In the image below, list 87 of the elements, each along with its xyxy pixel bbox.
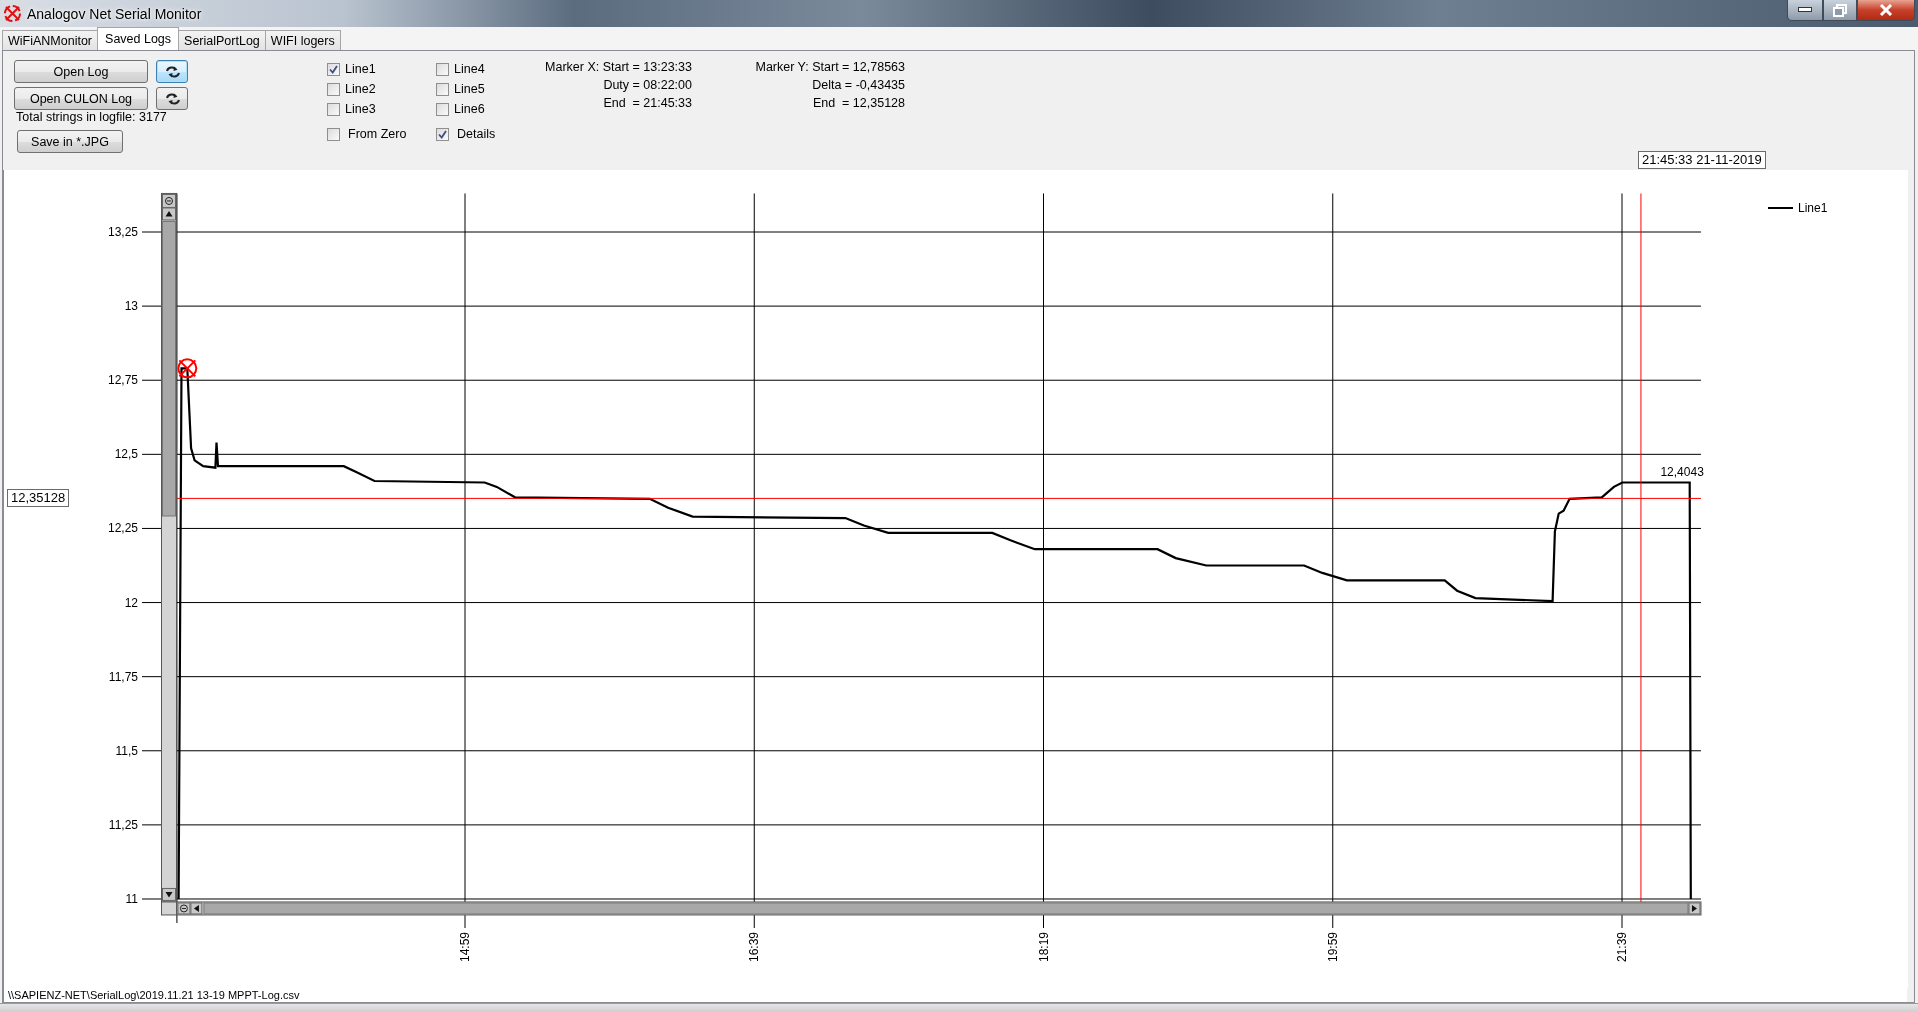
refresh-button[interactable] <box>156 60 188 83</box>
marker-y-readout: Marker Y: Start = 12,78563 <box>755 59 905 76</box>
refresh-button[interactable] <box>156 87 188 110</box>
checkbox-label: From Zero <box>348 127 407 141</box>
checkbox[interactable] <box>436 82 449 96</box>
close-icon <box>1879 4 1893 16</box>
y-axis-label: 11,25 <box>108 817 138 832</box>
checkbox-label: Line3 <box>345 102 376 116</box>
tab[interactable]: Saved Logs <box>97 27 180 50</box>
save-jpg-button[interactable]: Save in *.JPG <box>17 130 123 153</box>
x-tick <box>464 914 466 929</box>
checkbox[interactable] <box>327 62 340 76</box>
y-tick <box>141 750 162 752</box>
y-tick <box>141 898 162 900</box>
x-tick <box>753 914 755 929</box>
window-title: Analogov Net Serial Monitor <box>27 5 202 22</box>
checkbox[interactable] <box>436 62 449 76</box>
y-axis-label: 11,75 <box>108 669 138 684</box>
restore-icon <box>1833 3 1847 17</box>
x-axis-label: 16:39 <box>747 932 762 963</box>
crosshair-marker-icon[interactable] <box>177 358 198 379</box>
minimize-button[interactable] <box>1787 0 1823 21</box>
checkbox[interactable] <box>436 127 449 141</box>
y-tick <box>141 527 162 529</box>
data-value-label: 12,4043 <box>1660 465 1704 480</box>
zoom-reset-icon[interactable] <box>177 902 191 915</box>
tab[interactable]: SerialPortLog <box>178 30 266 50</box>
x-tick <box>1621 914 1623 929</box>
check-icon <box>329 64 338 74</box>
y-axis-label: 11 <box>125 892 138 906</box>
checkbox-label: Line5 <box>454 82 485 96</box>
marker-x-readout: Marker X: Start = 13:23:33 <box>545 59 692 76</box>
time-readout: 21:45:33 21-11-2019 <box>1637 151 1766 169</box>
y-tick <box>141 379 162 381</box>
x-axis-label: 14:59 <box>458 932 472 963</box>
zoom-reset-icon[interactable] <box>162 193 176 208</box>
tab[interactable]: WIFI logers <box>264 30 341 50</box>
checkbox[interactable] <box>327 102 340 116</box>
checkbox-label: Line4 <box>454 62 485 76</box>
scroll-right-button[interactable] <box>1688 902 1701 915</box>
x-tick <box>1043 914 1044 929</box>
checkbox-label: Line6 <box>454 102 485 116</box>
y-tick <box>141 602 162 604</box>
checkbox-label: Details <box>457 127 496 141</box>
marker-y-readout: End = 12,35128 <box>812 95 905 112</box>
x-tick <box>1332 914 1334 929</box>
y-tick <box>141 231 162 233</box>
checkbox[interactable] <box>327 82 340 96</box>
marker-y-readout: Delta = -0,43435 <box>812 77 905 94</box>
marker-x-readout: End = 21:45:33 <box>603 95 692 112</box>
y-axis-label: 13 <box>124 299 138 314</box>
scrollbar-corner <box>161 901 177 916</box>
y-tick <box>141 824 162 826</box>
scroll-left-button[interactable] <box>190 902 203 915</box>
open-log-button[interactable]: Open Log <box>14 60 148 83</box>
checkbox-label: Line1 <box>345 62 376 76</box>
checkbox[interactable] <box>436 102 449 116</box>
y-axis-label: 12,75 <box>107 373 138 388</box>
y-tick <box>141 305 162 307</box>
minimize-icon <box>1798 7 1812 13</box>
checkbox-label: Line2 <box>345 82 376 96</box>
y-axis-label: 13,25 <box>107 225 138 239</box>
y-axis-label: 12 <box>124 595 138 610</box>
x-axis-label: 21:39 <box>1615 932 1629 963</box>
scroll-down-button[interactable] <box>162 887 176 901</box>
total-strings-text: Total strings in logfile: 3177 <box>16 110 168 124</box>
x-axis-label: 19:59 <box>1325 932 1340 963</box>
vertical-scrollbar[interactable] <box>161 192 177 903</box>
scroll-up-button[interactable] <box>162 207 176 221</box>
y-axis-label: 11,5 <box>115 743 138 758</box>
y-tick <box>141 453 162 455</box>
tab[interactable]: WiFiANMonitor <box>2 30 99 50</box>
app-logo-icon <box>3 4 22 23</box>
horizontal-scrollbar[interactable] <box>176 901 1702 916</box>
checkbox[interactable] <box>327 127 340 141</box>
restore-button[interactable] <box>1823 0 1857 21</box>
file-path-text: \\SAPIENZ-NET\SerialLog\2019.11.21 13-19 MPPT-Log.csv <box>7 988 300 1002</box>
value-readout: 12,35128 <box>7 489 70 508</box>
legend-label: Line1 <box>1798 201 1828 215</box>
check-icon <box>438 129 447 139</box>
close-button[interactable] <box>1857 0 1915 21</box>
marker-x-readout: Duty = 08:22:00 <box>603 77 692 94</box>
open-culon-log-button[interactable]: Open CULON Log <box>14 87 148 110</box>
x-axis-label: 18:19 <box>1036 932 1051 963</box>
y-axis-label: 12,25 <box>107 521 138 536</box>
y-tick <box>141 676 162 678</box>
y-axis-label: 12,5 <box>114 447 138 462</box>
